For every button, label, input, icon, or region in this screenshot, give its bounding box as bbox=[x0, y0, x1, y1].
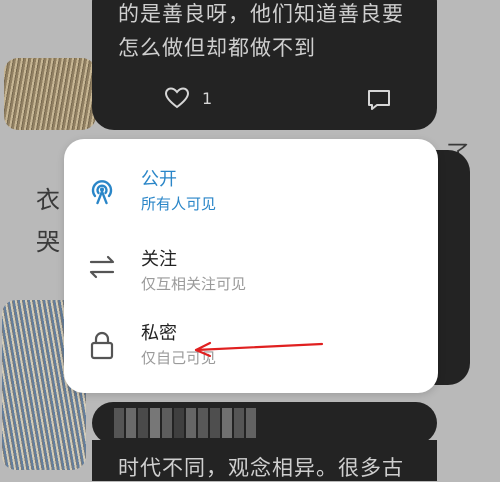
pixelated-bar bbox=[92, 402, 437, 444]
bottom-text: 时代不同，观念相异。很多古 bbox=[118, 456, 404, 480]
post-card-bottom: 时代不同，观念相异。很多古 bbox=[92, 440, 437, 481]
pixelated-content bbox=[114, 408, 256, 438]
